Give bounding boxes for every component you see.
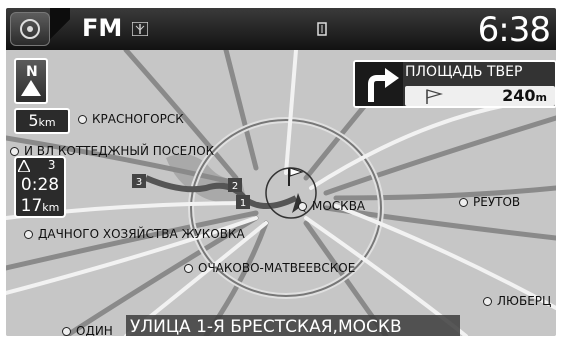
next-turn-street: ПЛОЩАДЬ ТВЕР (405, 64, 523, 80)
compass-icon (20, 19, 40, 39)
eta-value: 0:28 (20, 175, 60, 195)
next-turn-panel[interactable]: ПЛОЩАДЬ ТВЕР 240m (353, 60, 556, 108)
place-label: ОДИН (62, 324, 113, 336)
waypoint-count-value: 3 (47, 158, 56, 172)
place-label: ДАЧНОГО ХОЗЯЙСТВА ЖУКОВКА (24, 227, 245, 241)
home-button[interactable] (10, 12, 50, 46)
next-turn-distance-value: 240 (502, 86, 536, 105)
place-label: РЕУТОВ (459, 195, 520, 209)
map-scale-button[interactable]: 5km (14, 108, 70, 134)
status-bar: FM 6:38 (6, 8, 556, 50)
svg-text:N: N (26, 64, 38, 80)
turn-right-icon (355, 62, 403, 106)
nav-screen: 1 2 3 FM 6:38 N 5km 3 0:28 17km ПЛОЩАДЬ … (6, 8, 556, 336)
place-label: МОСКВА (298, 199, 365, 213)
next-turn-distance-bar: 240m (405, 86, 555, 106)
place-label: ЛЮБЕРЦ (483, 294, 551, 308)
place-label: И ВЛ КОТТЕДЖНЫЙ ПОСЕЛОК (10, 144, 214, 158)
remaining-distance: 17km (16, 196, 64, 216)
place-label: ОЧАКОВО-МАТВЕЕВСКОЕ (184, 261, 355, 275)
route-info-panel[interactable]: 3 0:28 17km (14, 156, 66, 218)
next-turn-distance-unit: m (535, 91, 547, 104)
remaining-distance-unit: km (42, 201, 60, 214)
tab-divider (50, 8, 70, 50)
next-turn-distance: 240m (502, 86, 547, 105)
usb-icon (317, 22, 327, 36)
flag-icon (426, 89, 443, 104)
clock: 6:38 (477, 10, 551, 50)
map-orientation-button[interactable]: N (14, 58, 48, 104)
waypoint-count: 3 (16, 157, 62, 176)
current-street-banner: УЛИЦА 1-Я БРЕСТСКАЯ,МОСКВ (126, 315, 460, 336)
waypoint-3-label: 3 (136, 177, 142, 188)
signal-icon (132, 22, 148, 36)
waypoint-1-label: 1 (240, 198, 246, 209)
scale-value: 5 (28, 111, 39, 130)
north-arrow-icon: N (21, 64, 41, 96)
waypoint-2-label: 2 (232, 181, 238, 192)
place-label: КРАСНОГОРСК (78, 112, 184, 126)
audio-source-label: FM (82, 14, 123, 42)
remaining-distance-value: 17 (20, 196, 43, 216)
waypoint-flag-icon (16, 157, 32, 173)
scale-unit: km (38, 116, 56, 129)
